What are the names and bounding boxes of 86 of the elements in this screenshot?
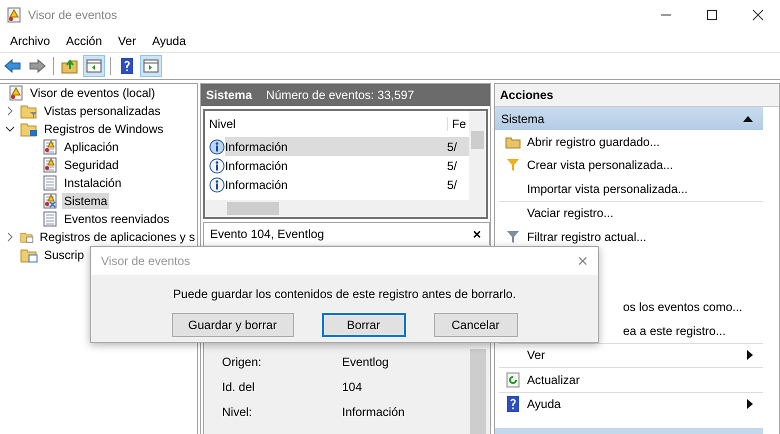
menu-item[interactable]: Acción (58, 34, 110, 48)
action-item[interactable]: Actualizar (527, 372, 580, 387)
action-item[interactable]: Importar vista personalizada... (527, 182, 688, 196)
log-icon (42, 211, 58, 227)
dialog-button[interactable]: Guardar y borrar (172, 313, 294, 337)
actions-header: Acciones (495, 84, 779, 107)
log-icon (42, 175, 58, 191)
window-title: Visor de eventos (28, 8, 118, 22)
table-cell-text: 5/ (447, 158, 458, 172)
field-value: Información (342, 404, 405, 418)
log-icon (42, 139, 58, 155)
folder-icon (20, 247, 38, 263)
log-icon (42, 157, 58, 173)
table-cell-text: Información (225, 140, 289, 154)
event-viewer-icon (8, 85, 24, 101)
action-item[interactable]: Ayuda (527, 397, 561, 412)
table-cell-text: 5/ (447, 178, 458, 192)
action-item[interactable]: Abrir registro guardado... (527, 134, 660, 149)
action-item[interactable]: Vaciar registro... (527, 206, 614, 220)
funnel-icon (506, 230, 520, 244)
close-icon[interactable] (752, 9, 764, 21)
dialog-button[interactable]: Borrar (322, 313, 406, 337)
tree-item[interactable]: Vistas personalizadas (42, 103, 163, 119)
dialog-message: Puede guardar los contenidos de este registro antes de borrarlo. (173, 287, 516, 301)
event-viewer-icon (6, 7, 22, 23)
menu-item[interactable]: Ayuda (144, 34, 194, 48)
panel-left-icon[interactable] (83, 55, 105, 77)
tree-item[interactable]: Registros de Windows (42, 121, 166, 137)
dialog-button[interactable]: Cancelar (434, 313, 518, 337)
tree-item[interactable]: Aplicación (62, 139, 121, 155)
section-header[interactable]: Sistema (495, 107, 763, 130)
action-item[interactable]: ea a este registro... (623, 324, 726, 338)
horizontal-scrollbar[interactable] (205, 200, 469, 217)
menu-item[interactable]: Archivo (2, 34, 58, 48)
table-row[interactable]: Información 5/ (225, 175, 469, 194)
tree-item[interactable]: Suscrip (42, 247, 86, 263)
vertical-scrollbar[interactable] (470, 349, 486, 434)
log-title: Sistema (206, 88, 252, 102)
table-cell-text: Información (225, 158, 289, 172)
event-count: Número de eventos: 33,597 (266, 88, 414, 102)
field-label: Origen: (222, 354, 262, 368)
action-item[interactable]: Ver (527, 348, 546, 362)
info-icon (209, 138, 225, 154)
table-row[interactable]: Información 5/ (225, 137, 469, 156)
section-title: Sistema (501, 112, 544, 126)
funnel-icon (506, 158, 520, 172)
help-icon (506, 396, 520, 412)
table-cell-text: Información (225, 178, 289, 192)
column-header[interactable]: Fe (447, 117, 468, 131)
collapse-triangle-icon[interactable] (743, 116, 753, 122)
close-button[interactable]: × (472, 226, 481, 242)
folder-icon (505, 134, 521, 149)
tree-item[interactable]: Visor de eventos (local) (28, 85, 158, 101)
submenu-arrow-icon (747, 350, 753, 360)
action-item[interactable]: Crear vista personalizada... (527, 158, 674, 172)
tree-item[interactable]: Eventos reenviados (62, 211, 172, 227)
expand-chevron-icon[interactable] (6, 232, 14, 242)
folder-icon (20, 121, 38, 137)
panel-right-icon[interactable] (140, 55, 162, 77)
field-label: Nivel: (222, 404, 254, 418)
field-value: Eventlog (342, 354, 389, 368)
tree-item[interactable]: Instalación (62, 175, 124, 191)
column-header[interactable]: Nivel (209, 117, 447, 131)
submenu-arrow-icon (747, 399, 753, 410)
action-item[interactable]: os los eventos como... (623, 300, 742, 314)
detail-title: Evento 104, Eventlog (210, 227, 324, 241)
info-icon (209, 176, 225, 192)
collapse-chevron-icon[interactable] (5, 125, 15, 133)
table-row[interactable]: Información 5/ (225, 156, 469, 175)
info-icon (209, 158, 225, 174)
expand-chevron-icon[interactable] (6, 106, 14, 116)
table-cell-text: 5/ (447, 140, 458, 154)
close-button[interactable]: × (577, 250, 588, 272)
menu-item[interactable]: Ver (110, 34, 144, 48)
folder-icon (20, 103, 38, 119)
dialog-title: Visor de eventos (101, 254, 190, 268)
tree-item[interactable]: Registros de aplicaciones y s (38, 229, 197, 245)
refresh-icon (506, 372, 520, 388)
log-icon (42, 193, 58, 209)
field-label: Id. del (222, 380, 256, 394)
field-value: 104 (342, 380, 362, 394)
tree-item[interactable]: Sistema (62, 193, 110, 209)
action-item[interactable]: Filtrar registro actual... (527, 230, 646, 244)
tree-item[interactable]: Seguridad (62, 157, 121, 173)
maximize-icon[interactable] (706, 9, 718, 21)
vertical-scrollbar[interactable] (469, 111, 486, 217)
